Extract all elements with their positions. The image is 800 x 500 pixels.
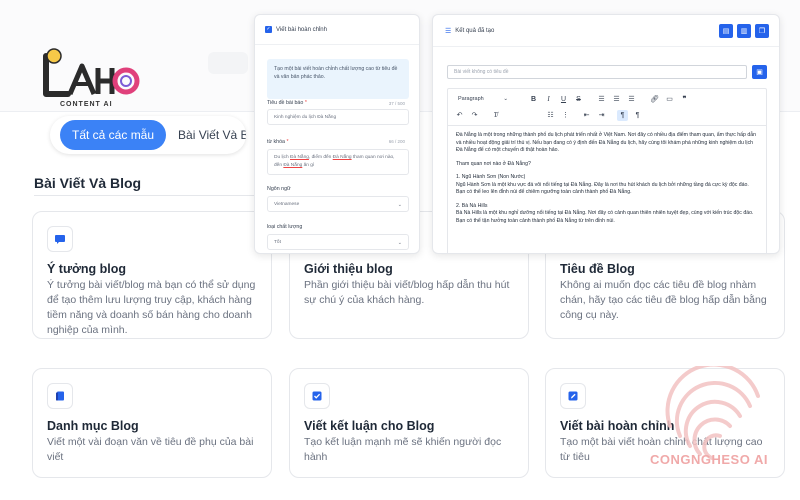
image-icon[interactable]: ▭ xyxy=(664,94,675,105)
copy-button[interactable]: ❐ xyxy=(755,24,769,38)
italic-icon[interactable]: I xyxy=(543,94,554,105)
article-form-panel: ✓ Viết bài hoàn chỉnh Tạo một bài viết h… xyxy=(254,14,420,254)
editor-paragraph: Ngũ Hành Sơn là một khu vực đá vôi nổi t… xyxy=(456,181,749,196)
link-icon[interactable]: 🔗︎ xyxy=(649,94,660,105)
form-intro: Tạo một bài viết hoàn chỉnh chất lượng c… xyxy=(267,59,409,99)
list-icon: ☰ xyxy=(445,27,452,35)
card-description: Tạo kết luận mạnh mẽ sẽ khiến người đọc … xyxy=(304,436,502,463)
clear-format-icon[interactable]: T̸ xyxy=(490,110,501,121)
template-card-blog-ideas[interactable]: Ý tưởng blog Ý tưởng bài viết/blog mà bạ… xyxy=(32,211,272,339)
editor-toolbar-row-2: ↶ ↷ T̸ ☷ ⋮ ⇤ ⇥ ¶ ¶ xyxy=(448,107,645,123)
language-select[interactable]: Vietnamese ⌄ xyxy=(267,196,409,212)
section-divider xyxy=(34,195,274,196)
card-description: Ý tưởng bài viết/blog mà bạn có thể sử d… xyxy=(47,279,256,336)
result-panel: ☰ Kết quả đã tạo ▤ ▥ ❐ Bài viết không có… xyxy=(432,14,780,254)
template-card-blog-conclusion[interactable]: Viết kết luận cho Blog Tạo kết luận mạnh… xyxy=(289,368,529,478)
redo-icon[interactable]: ↷ xyxy=(469,110,480,121)
underline-icon[interactable]: U xyxy=(558,94,569,105)
download-txt-button[interactable]: ▥ xyxy=(737,24,751,38)
card-description: Không ai muốn đọc các tiêu đề blog nhàm … xyxy=(560,279,767,321)
checkbox-icon: ✓ xyxy=(265,26,272,33)
card-title: Danh mục Blog xyxy=(47,419,139,433)
align-center-icon[interactable]: ☰ xyxy=(611,94,622,105)
card-description: Phần giới thiệu bài viết/blog hấp dẫn th… xyxy=(304,279,510,306)
indent-icon[interactable]: ⇥ xyxy=(596,110,607,121)
section-title: Bài Viết Và Blog xyxy=(34,175,142,191)
editor-paragraph: Bà Nà Hills là một khu nghỉ dưỡng nổi ti… xyxy=(456,210,754,224)
result-actions: ▤ ▥ ❐ xyxy=(719,24,769,38)
editor-paragraph: 2. Bà Nà Hills xyxy=(456,202,488,209)
strikethrough-icon[interactable]: S xyxy=(573,94,584,105)
keywords-char-count: 66 / 200 xyxy=(388,139,405,144)
watermark-text: CONGNGHESO AI xyxy=(650,452,768,467)
book-icon xyxy=(47,383,73,409)
editor-paragraph: Đà Nẵng là một trong những thành phố du … xyxy=(456,132,757,153)
card-title: Tiêu đề Blog xyxy=(560,262,635,276)
checkbox-icon xyxy=(304,383,330,409)
quality-label: loại chất lượng xyxy=(267,224,303,230)
save-button[interactable]: ▣ xyxy=(752,65,767,79)
download-doc-button[interactable]: ▤ xyxy=(719,24,733,38)
title-label: Tiêu đề bài báo * xyxy=(267,100,307,106)
keywords-textarea[interactable]: Du lịch Đà Nẵng, điểm đến Đà Nẵng tham q… xyxy=(267,149,409,175)
card-title: Ý tưởng blog xyxy=(47,262,127,276)
editor-toolbar-row-1: Paragraph ⌄ B I U S ☰ ☰ ☰ 🔗︎ ▭ ❞ xyxy=(448,91,692,107)
tab-all-templates[interactable]: Tất cả các mẫu xyxy=(60,120,167,150)
language-label: Ngôn ngữ xyxy=(267,186,291,192)
keywords-label: từ khóa * xyxy=(267,139,289,145)
edit-icon xyxy=(560,383,586,409)
align-left-icon[interactable]: ☰ xyxy=(596,94,607,105)
placeholder-block xyxy=(208,52,248,74)
result-title: Kết quả đã tạo xyxy=(455,27,495,34)
title-char-count: 37 / 500 xyxy=(388,101,405,106)
chat-bubble-icon xyxy=(47,226,73,252)
article-title-input[interactable]: Kinh nghiệm du lịch Đà Nẵng xyxy=(267,109,409,125)
chevron-down-icon: ⌄ xyxy=(397,240,402,246)
bulleted-list-icon[interactable]: ☷ xyxy=(545,110,556,121)
tab-articles-and-blog[interactable]: Bài Viết Và Blog xyxy=(178,128,246,142)
editor-content[interactable]: Đà Nẵng là một trong những thành phố du … xyxy=(448,125,766,253)
rich-text-editor: Paragraph ⌄ B I U S ☰ ☰ ☰ 🔗︎ ▭ ❞ ↶ ↷ T̸ ☷… xyxy=(447,88,767,253)
template-card-blog-category[interactable]: Danh mục Blog Viết một vài đoạn văn về t… xyxy=(32,368,272,478)
paragraph-style-select[interactable]: Paragraph ⌄ xyxy=(454,94,512,105)
template-filter-tabs: Tất cả các mẫu Bài Viết Và Blog C xyxy=(50,116,246,154)
quote-icon[interactable]: ❞ xyxy=(679,94,690,105)
undo-icon[interactable]: ↶ xyxy=(454,110,465,121)
align-right-icon[interactable]: ☰ xyxy=(626,94,637,105)
logo-subtitle: CONTENT AI xyxy=(60,101,113,108)
ltr-direction-icon[interactable]: ¶ xyxy=(617,109,628,121)
document-title-input[interactable]: Bài viết không có tiêu đề xyxy=(447,65,747,79)
rtl-direction-icon[interactable]: ¶ xyxy=(632,110,643,121)
form-header: ✓ Viết bài hoàn chỉnh xyxy=(255,15,419,45)
numbered-list-icon[interactable]: ⋮ xyxy=(560,110,571,121)
editor-paragraph: 1. Ngũ Hành Sơn (Non Nước) xyxy=(456,174,526,180)
quality-select[interactable]: Tốt ⌄ xyxy=(267,234,409,250)
card-description: Viết một vài đoạn văn về tiêu đề phụ của… xyxy=(47,436,254,463)
card-title: Giới thiệu blog xyxy=(304,262,393,276)
card-title: Viết kết luận cho Blog xyxy=(304,419,435,433)
chevron-down-icon: ⌄ xyxy=(397,202,402,208)
bold-icon[interactable]: B xyxy=(528,94,539,105)
outdent-icon[interactable]: ⇤ xyxy=(581,110,592,121)
editor-paragraph: Tham quan nơi nào ở Đà Nẵng? xyxy=(456,160,531,167)
form-title: Viết bài hoàn chỉnh xyxy=(276,26,327,33)
